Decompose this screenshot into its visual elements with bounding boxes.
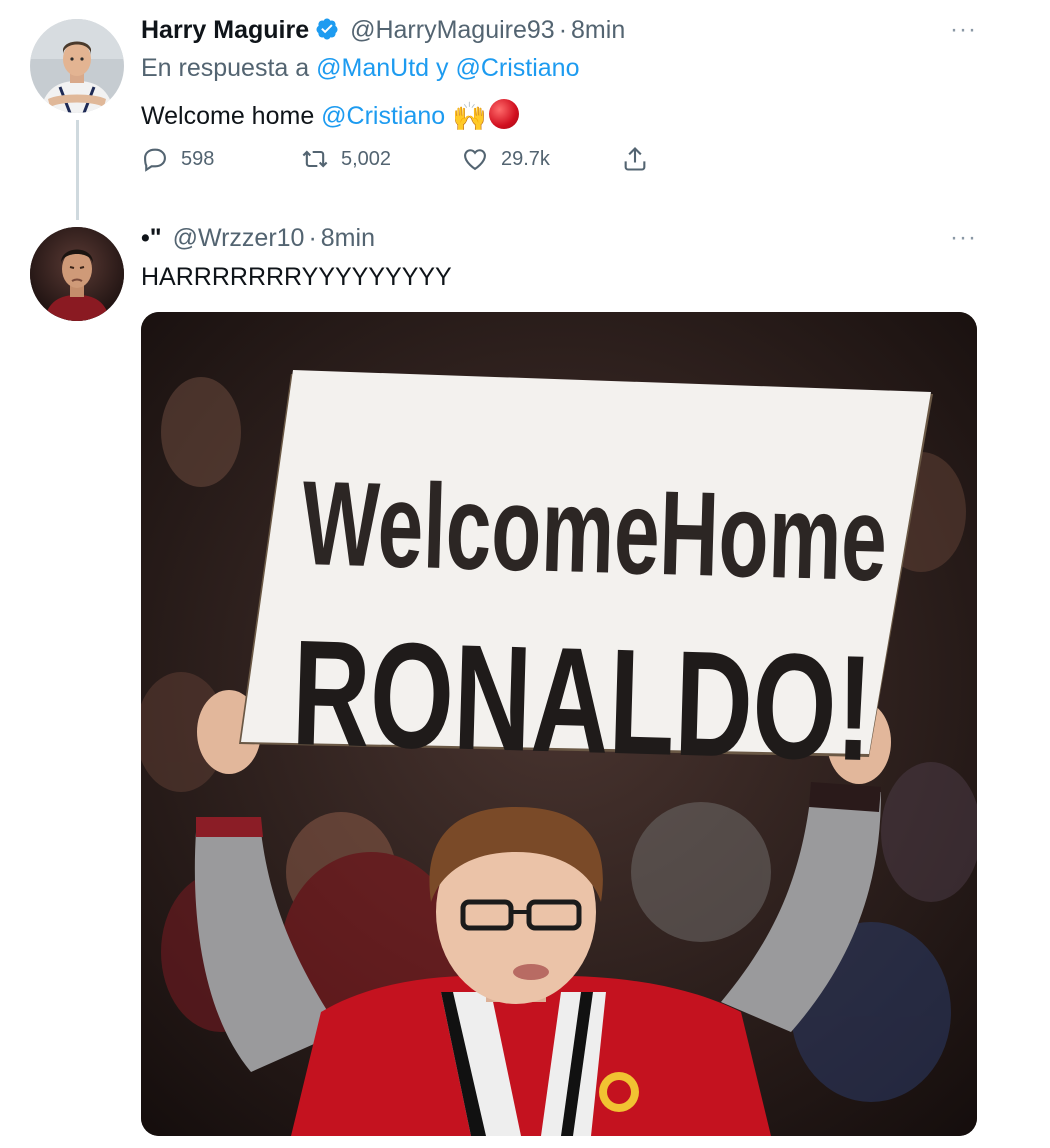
photo-boy-holding-sign: WelcomeHome RONALDO!	[141, 312, 977, 1136]
separator-dot: ·	[308, 224, 317, 252]
tweet-header: Harry Maguire @HarryMaguire93 · 8min	[141, 15, 625, 48]
thread-connector	[76, 120, 79, 220]
share-button[interactable]	[621, 145, 661, 173]
sign-line1: WelcomeHome	[300, 456, 889, 606]
author-handle[interactable]: @HarryMaguire93	[350, 16, 555, 44]
tweet-text: Welcome home @Cristiano 🙌	[141, 99, 520, 132]
raising-hands-emoji: 🙌	[452, 101, 488, 132]
heart-icon	[464, 149, 486, 171]
retweet-icon	[302, 150, 328, 168]
reply-count: 598	[181, 147, 215, 170]
avatar[interactable]	[30, 227, 124, 321]
tweet-time[interactable]: 8min	[321, 224, 375, 252]
reply-prefix: En respuesta a	[141, 54, 310, 82]
avatar-wrzzer10	[30, 227, 124, 321]
separator-dot: ·	[558, 16, 568, 44]
retweet-button[interactable]: 5,002	[301, 145, 391, 173]
red-circle-emoji	[489, 99, 520, 129]
author-name[interactable]: Harry Maguire	[141, 16, 309, 44]
like-button[interactable]: 29.7k	[461, 145, 550, 173]
like-count: 29.7k	[501, 147, 550, 170]
author-handle[interactable]: @Wrzzer10	[173, 224, 305, 252]
author-name[interactable]: •"	[141, 224, 162, 252]
reply-context: En respuesta a @ManUtd y @Cristiano	[141, 53, 579, 83]
reply-icon	[144, 148, 166, 172]
tweet-media-image[interactable]: WelcomeHome RONALDO!	[141, 312, 977, 1136]
avatar[interactable]	[30, 19, 124, 113]
reply-button[interactable]: 598	[141, 145, 214, 173]
tweet-text: HARRRRRRRYYYYYYYYY	[141, 263, 452, 291]
verified-badge-icon	[315, 17, 339, 48]
more-options-icon[interactable]: ···	[950, 224, 977, 252]
tweet-header: •" @Wrzzer10 · 8min	[141, 223, 375, 253]
retweet-count: 5,002	[341, 147, 392, 170]
tweet-body: Welcome home	[141, 102, 315, 130]
sign-line2: RONALDO!	[290, 608, 874, 792]
tweet-actions: 598 5,002 29.7k	[141, 145, 661, 177]
reply-mention-cristiano[interactable]: @Cristiano	[455, 54, 579, 82]
reply-mention-manutd[interactable]: @ManUtd	[316, 54, 429, 82]
share-icon	[624, 147, 646, 171]
tweet-time[interactable]: 8min	[571, 16, 625, 44]
mention-cristiano[interactable]: @Cristiano	[321, 102, 445, 130]
more-options-icon[interactable]: ···	[950, 16, 977, 44]
avatar-harry-maguire	[30, 19, 124, 113]
reply-conjunction: y	[436, 54, 449, 82]
